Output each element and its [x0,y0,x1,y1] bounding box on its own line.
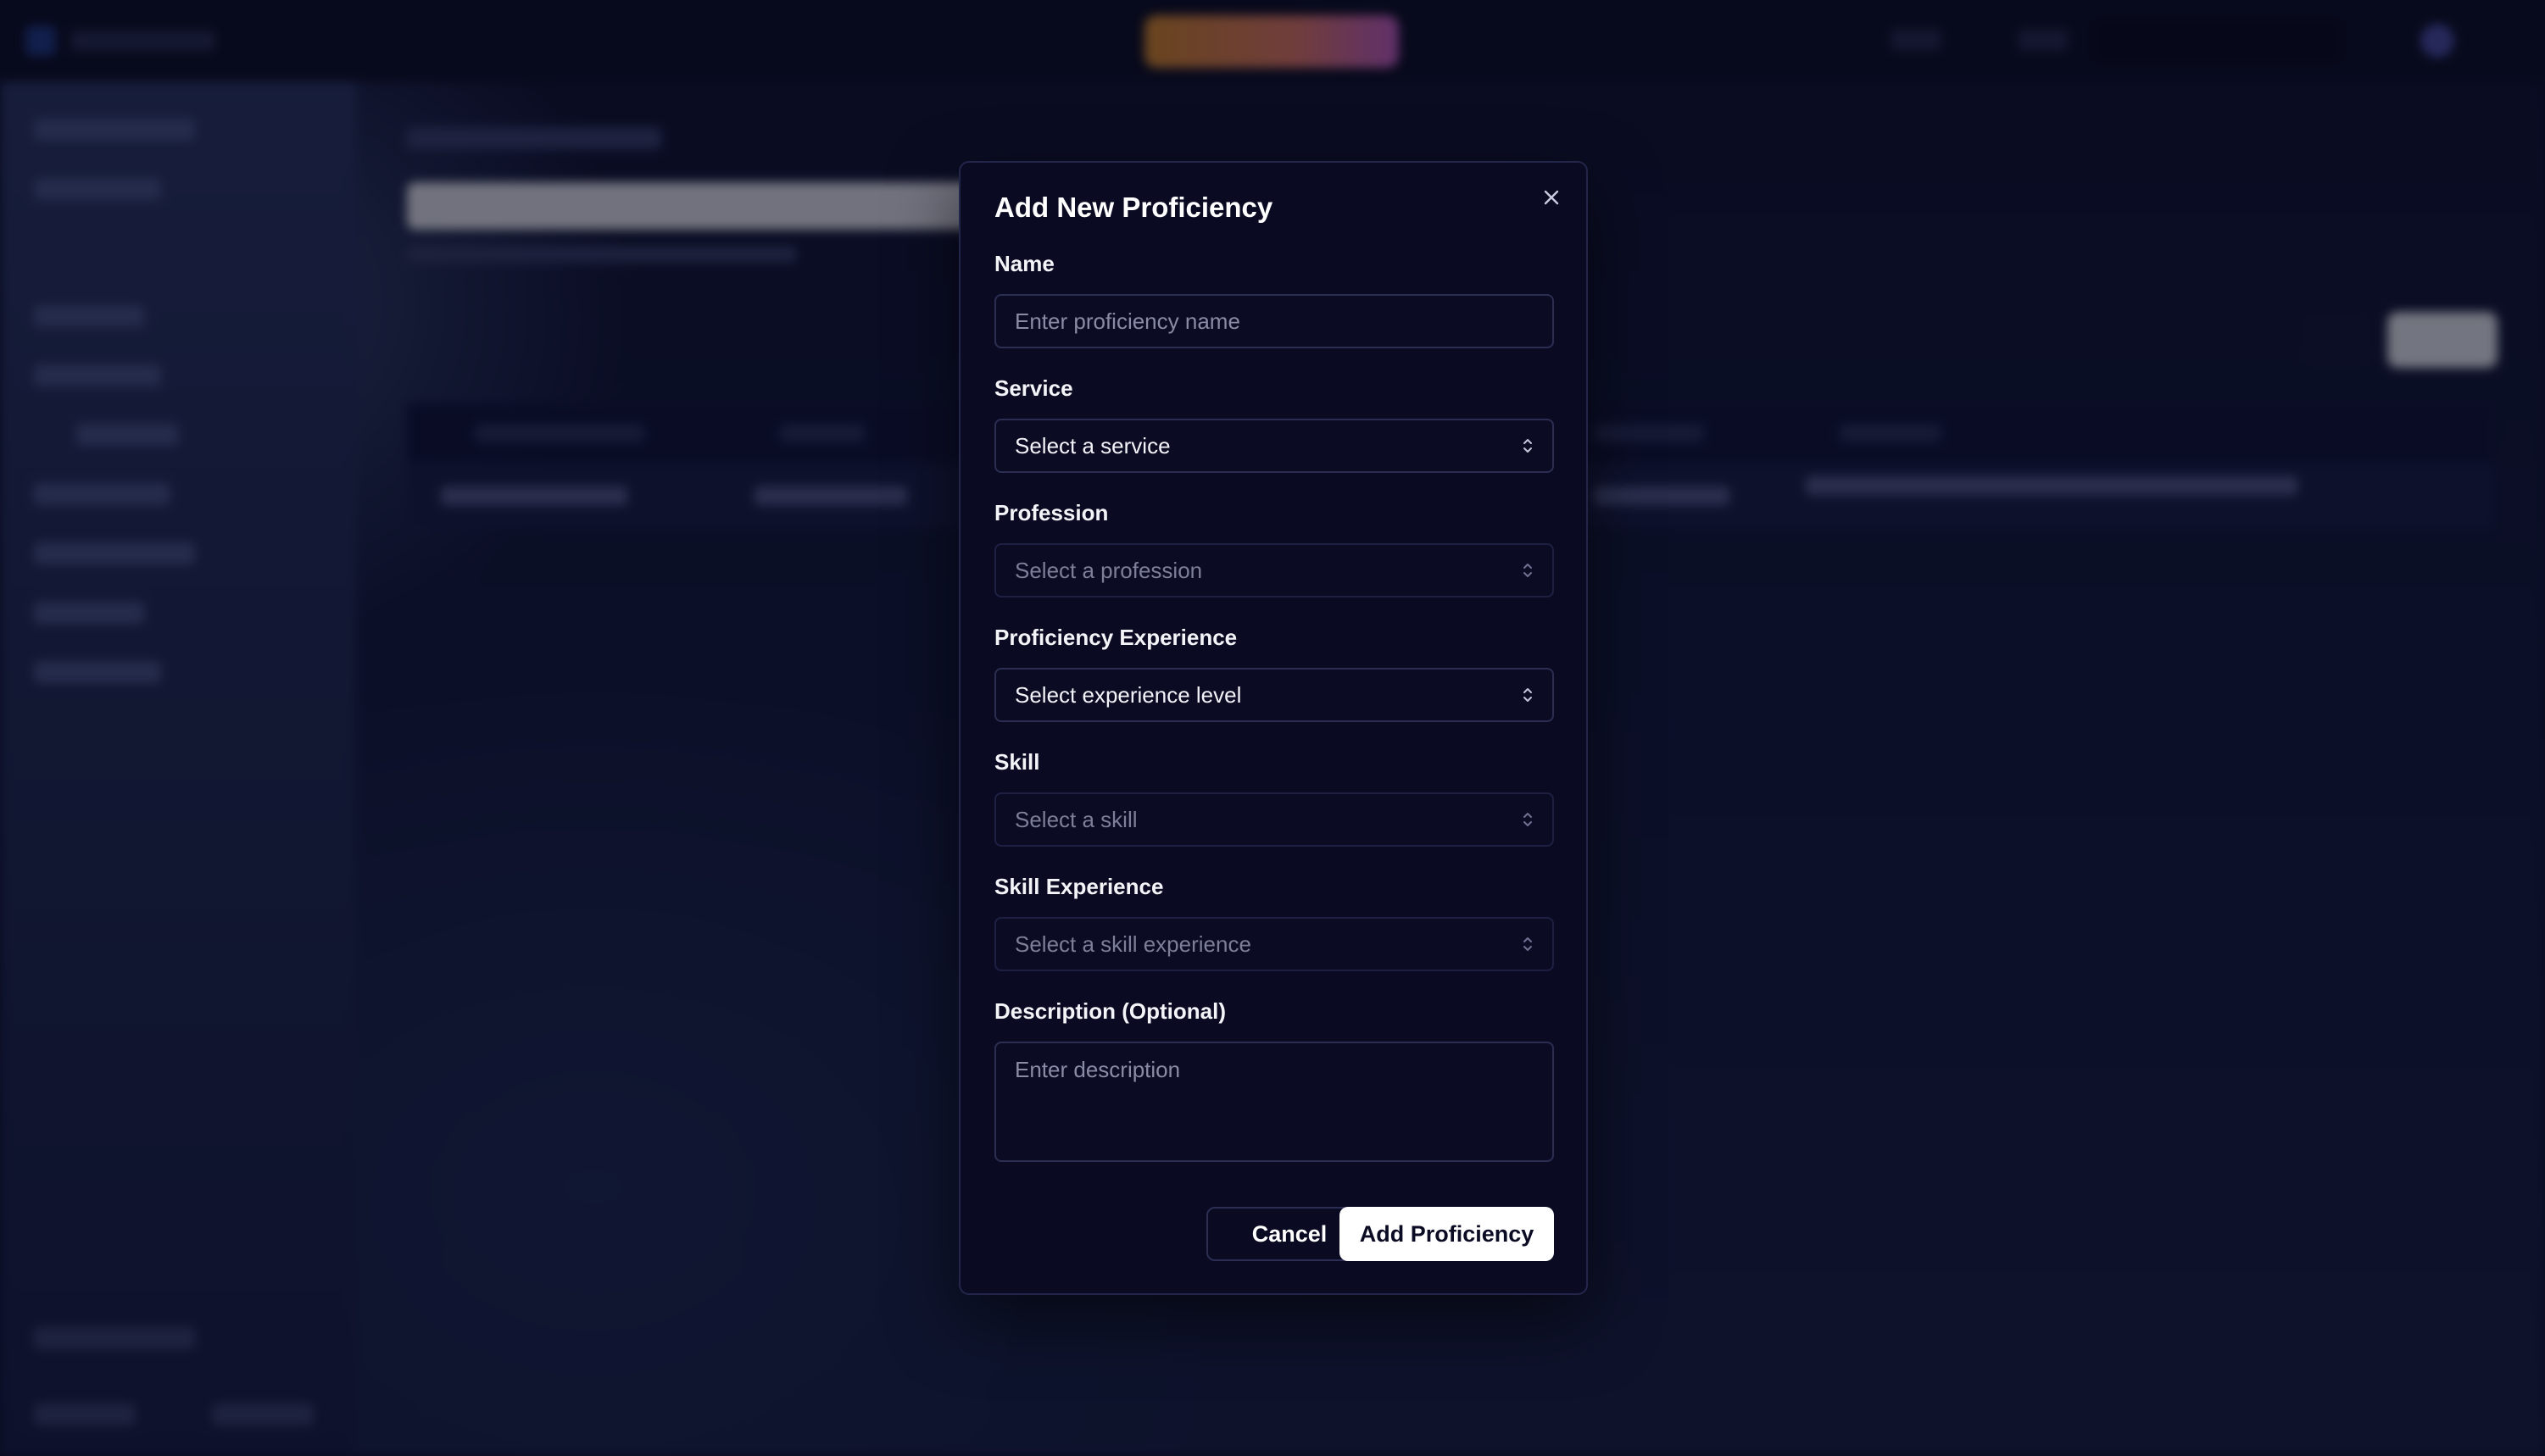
dialog-title: Add New Proficiency [994,192,1273,223]
proficiency-experience-select-value: Select experience level [1015,681,1242,708]
name-input[interactable] [994,294,1554,348]
profession-select-value: Select a profession [1015,557,1203,583]
close-button[interactable] [1537,183,1566,212]
profession-select[interactable]: Select a profession [994,543,1554,597]
description-textarea[interactable] [994,1042,1554,1162]
skill-experience-label: Skill Experience [994,874,1164,899]
add-proficiency-dialog: Add New Proficiency Name Service Select … [959,161,1588,1295]
chevron-updown-icon [1522,686,1534,704]
skill-experience-select[interactable]: Select a skill experience [994,917,1554,971]
chevron-updown-icon [1522,561,1534,580]
skill-select[interactable]: Select a skill [994,792,1554,847]
proficiency-experience-select[interactable]: Select experience level [994,668,1554,722]
service-select[interactable]: Select a service [994,419,1554,473]
add-proficiency-button[interactable]: Add Proficiency [1339,1207,1554,1261]
name-label: Name [994,251,1055,276]
chevron-updown-icon [1522,810,1534,829]
chevron-updown-icon [1522,935,1534,953]
proficiency-experience-label: Proficiency Experience [994,625,1238,650]
skill-label: Skill [994,749,1040,775]
description-label: Description (Optional) [994,998,1226,1024]
profession-label: Profession [994,500,1109,525]
chevron-updown-icon [1522,436,1534,455]
service-select-value: Select a service [1015,432,1171,458]
skill-select-value: Select a skill [1015,806,1138,832]
service-label: Service [994,375,1073,401]
close-icon [1544,190,1559,205]
skill-experience-select-value: Select a skill experience [1015,931,1251,957]
